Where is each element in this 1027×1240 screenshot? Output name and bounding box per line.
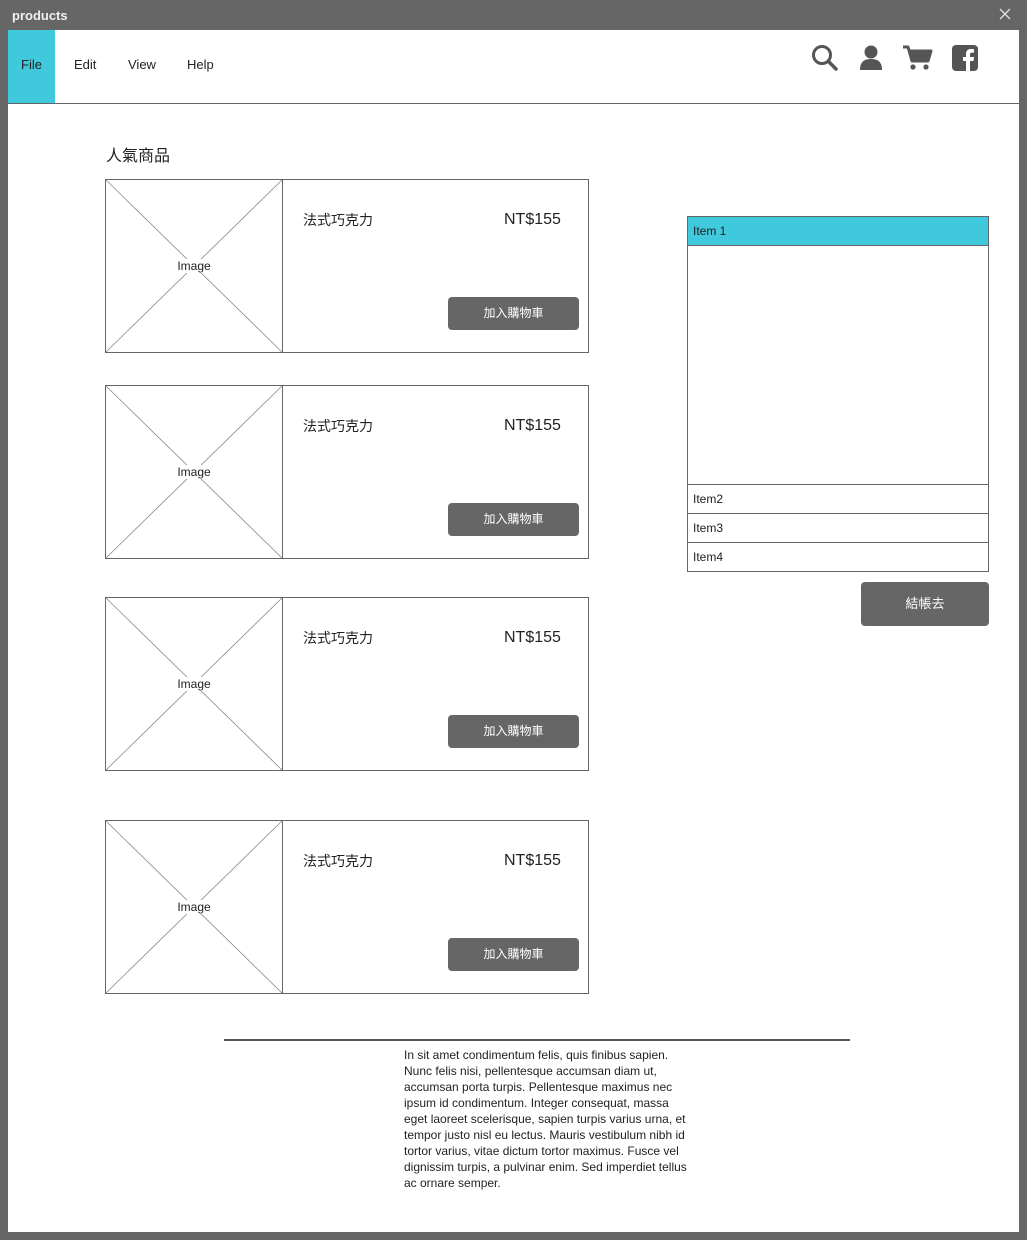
cart-list-item-4[interactable]: Item4	[688, 542, 988, 571]
image-placeholder-label: Image	[175, 677, 213, 691]
product-image: Image	[106, 598, 283, 770]
product-name: 法式巧克力	[303, 853, 373, 869]
add-to-cart-button[interactable]: 加入購物車	[448, 938, 579, 971]
product-name: 法式巧克力	[303, 418, 373, 434]
product-card: Image 法式巧克力 NT$155 加入購物車	[105, 385, 589, 559]
section-title: 人氣商品	[106, 148, 171, 165]
product-name: 法式巧克力	[303, 630, 373, 646]
menu-edit[interactable]: Edit	[74, 30, 96, 103]
image-placeholder-label: Image	[175, 900, 213, 914]
cart-icon[interactable]	[902, 44, 933, 72]
product-image: Image	[106, 821, 283, 993]
product-card: Image 法式巧克力 NT$155 加入購物車	[105, 820, 589, 994]
image-placeholder-label: Image	[175, 465, 213, 479]
cart-list: Item 1 Item2 Item3 Item4	[687, 216, 989, 572]
product-image: Image	[106, 180, 283, 352]
product-price: NT$155	[504, 417, 561, 434]
checkout-button[interactable]: 結帳去	[861, 582, 989, 626]
menu-bar: File Edit View Help	[8, 30, 1019, 104]
product-card: Image 法式巧克力 NT$155 加入購物車	[105, 597, 589, 771]
app-window: File Edit View Help 人氣商品 Image 法式巧克力 NT$…	[8, 30, 1019, 1232]
title-bar: products	[0, 0, 1027, 30]
footer-text: In sit amet condimentum felis, quis fini…	[404, 1048, 687, 1190]
product-price: NT$155	[504, 852, 561, 869]
product-name: 法式巧克力	[303, 212, 373, 228]
add-to-cart-button[interactable]: 加入購物車	[448, 503, 579, 536]
user-icon[interactable]	[857, 44, 887, 72]
add-to-cart-button[interactable]: 加入購物車	[448, 715, 579, 748]
cart-list-item-1[interactable]: Item 1	[688, 217, 988, 246]
footer-divider	[224, 1039, 850, 1041]
add-to-cart-button[interactable]: 加入購物車	[448, 297, 579, 330]
product-price: NT$155	[504, 629, 561, 646]
product-card: Image 法式巧克力 NT$155 加入購物車	[105, 179, 589, 353]
cart-list-item-2[interactable]: Item2	[688, 484, 988, 513]
image-placeholder-label: Image	[175, 259, 213, 273]
cart-list-item-3[interactable]: Item3	[688, 513, 988, 542]
close-icon[interactable]	[997, 6, 1013, 22]
facebook-icon[interactable]	[951, 44, 981, 72]
window-title: products	[12, 8, 68, 23]
search-icon[interactable]	[810, 44, 840, 72]
product-price: NT$155	[504, 211, 561, 228]
menu-help[interactable]: Help	[187, 30, 214, 103]
menu-file[interactable]: File	[8, 30, 55, 103]
menu-view[interactable]: View	[128, 30, 156, 103]
product-image: Image	[106, 386, 283, 558]
